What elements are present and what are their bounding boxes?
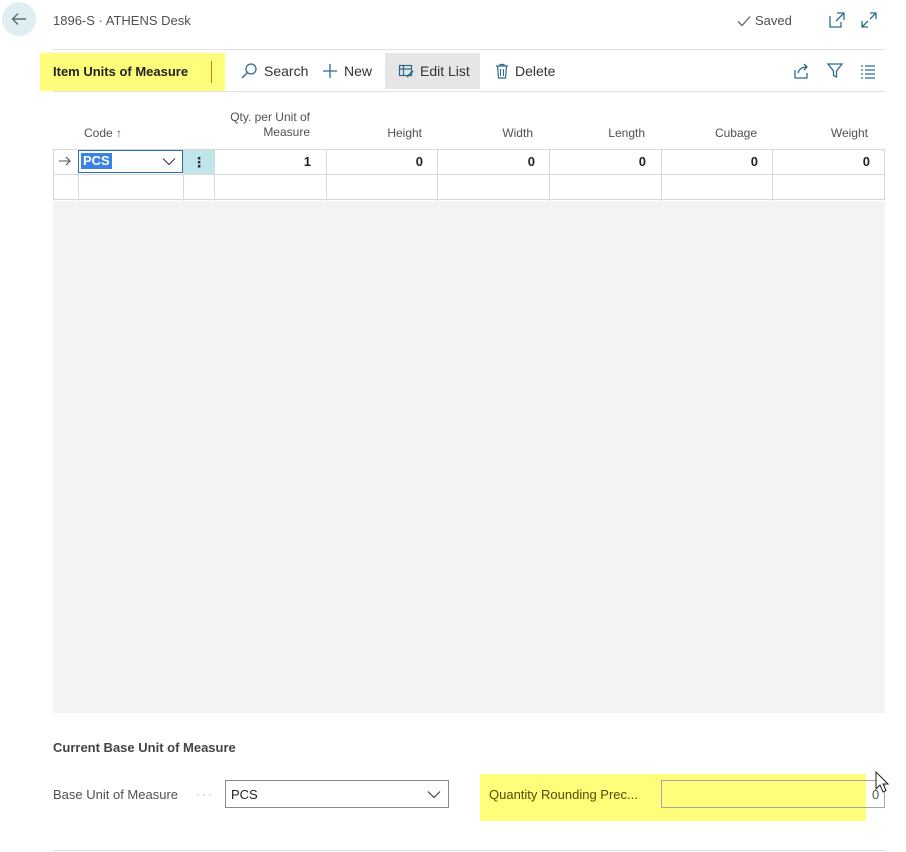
- share-icon[interactable]: [792, 62, 810, 80]
- edit-list-icon: [398, 64, 414, 78]
- search-label: Search: [264, 63, 309, 79]
- grid-empty-area: [53, 201, 885, 713]
- page-tab-label[interactable]: Item Units of Measure: [53, 64, 188, 79]
- column-code-label: Code: [84, 126, 113, 140]
- weight-cell[interactable]: 0: [772, 154, 870, 169]
- tab-separator: [211, 61, 212, 83]
- checkmark-icon: [737, 15, 751, 26]
- saved-label: Saved: [755, 13, 792, 28]
- width-cell[interactable]: 0: [437, 154, 535, 169]
- sort-ascending-icon: ↑: [116, 126, 123, 140]
- qty-rounding-input[interactable]: [661, 780, 885, 808]
- height-cell[interactable]: 0: [326, 154, 423, 169]
- field-dots: ···: [196, 787, 214, 801]
- delete-button[interactable]: Delete: [495, 53, 555, 89]
- more-vertical-icon: ⋮: [192, 153, 206, 170]
- header-divider: [53, 49, 885, 50]
- base-uom-select[interactable]: [225, 780, 449, 808]
- delete-label: Delete: [515, 63, 556, 79]
- list-view-icon[interactable]: [859, 62, 877, 80]
- plus-icon: [323, 64, 337, 78]
- filter-icon[interactable]: [826, 62, 844, 80]
- page-title: 1896-S · ATHENS Desk: [53, 13, 191, 28]
- cubage-cell[interactable]: 0: [661, 154, 758, 169]
- chevron-down-icon[interactable]: [162, 155, 176, 167]
- fasttab-title[interactable]: Current Base Unit of Measure: [53, 740, 236, 755]
- table-row-empty[interactable]: [53, 174, 885, 200]
- trash-icon: [496, 63, 508, 79]
- current-row-arrow-icon: [59, 156, 71, 166]
- mouse-cursor-icon: [875, 771, 889, 793]
- new-button[interactable]: New: [322, 53, 372, 89]
- edit-list-label: Edit List: [420, 63, 470, 79]
- back-button[interactable]: [2, 2, 36, 36]
- expand-icon[interactable]: [860, 11, 878, 29]
- qty-per-uom-cell[interactable]: 1: [214, 154, 311, 169]
- search-icon: [241, 63, 257, 79]
- qty-rounding-label: Quantity Rounding Prec...: [489, 787, 638, 802]
- saved-status: Saved: [736, 13, 792, 28]
- code-value: PCS: [81, 153, 112, 169]
- new-label: New: [344, 63, 373, 79]
- base-uom-label: Base Unit of Measure: [53, 787, 179, 802]
- actionbar-divider: [53, 91, 885, 92]
- column-qty-label-line1: Qty. per Unit of: [230, 110, 310, 124]
- search-button[interactable]: Search: [240, 53, 308, 89]
- arrow-left-icon: [11, 13, 26, 25]
- chevron-down-icon: [427, 791, 441, 799]
- base-uom-value: PCS: [231, 787, 258, 802]
- column-header-qty[interactable]: Qty. per Unit of Measure: [214, 110, 310, 142]
- bottom-divider: [53, 850, 885, 851]
- length-cell[interactable]: 0: [549, 154, 646, 169]
- open-new-window-icon[interactable]: [828, 11, 846, 29]
- column-qty-label-line2: Measure: [263, 125, 310, 139]
- row-actions-button[interactable]: ⋮: [184, 150, 214, 174]
- edit-list-button[interactable]: Edit List: [385, 53, 480, 89]
